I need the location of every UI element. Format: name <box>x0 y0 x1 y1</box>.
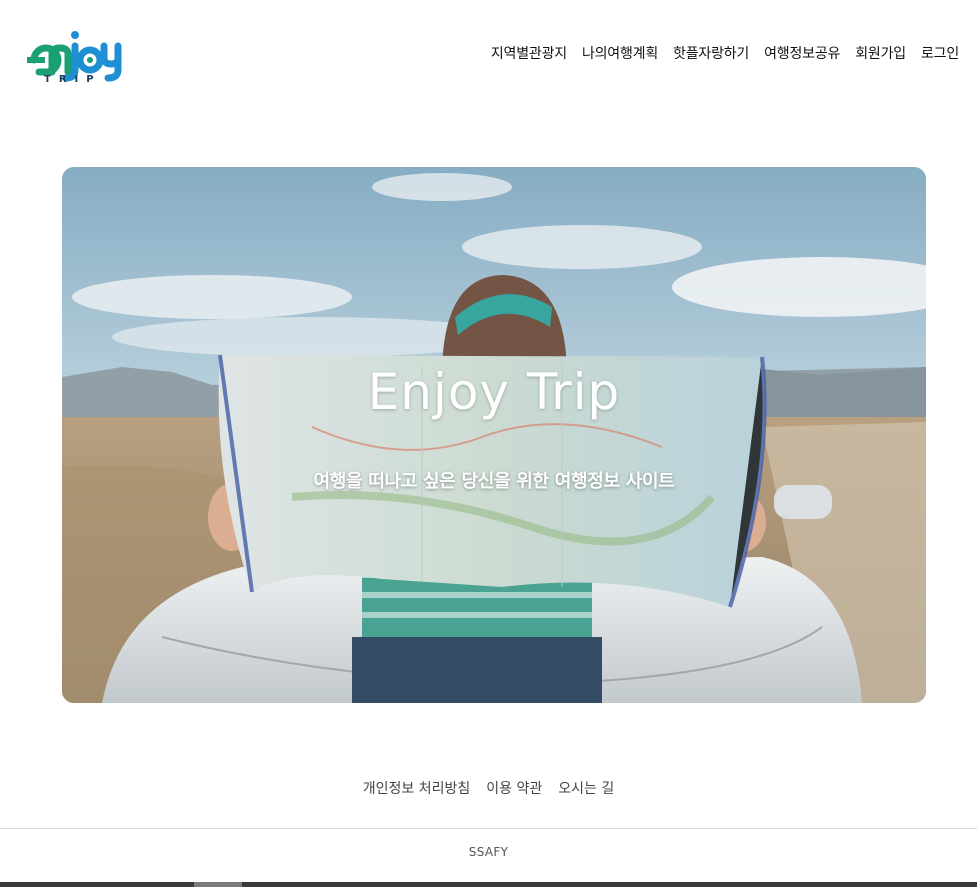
footer-links: 개인정보 처리방침 이용 약관 오시는 길 <box>0 778 977 798</box>
nav-hotplace-share[interactable]: 핫플자랑하기 <box>673 44 749 64</box>
nav-signup[interactable]: 회원가입 <box>855 44 906 64</box>
footer-privacy-policy[interactable]: 개인정보 처리방침 <box>363 778 471 798</box>
footer-directions[interactable]: 오시는 길 <box>558 778 614 798</box>
horizontal-scrollbar[interactable] <box>0 882 977 887</box>
site-header: TRIP 지역별관광지 나의여행계획 핫플자랑하기 여행정보공유 회원가입 로그… <box>0 0 977 110</box>
nav-login[interactable]: 로그인 <box>921 44 959 64</box>
footer-terms-of-use[interactable]: 이용 약관 <box>486 778 542 798</box>
main-nav: 지역별관광지 나의여행계획 핫플자랑하기 여행정보공유 회원가입 로그인 <box>491 44 959 64</box>
footer-copyright: SSAFY <box>468 845 509 859</box>
hero-title: Enjoy Trip <box>367 363 621 421</box>
nav-regional-attractions[interactable]: 지역별관광지 <box>491 44 567 64</box>
logo-sub-text: TRIP <box>44 74 102 85</box>
hero-banner: Enjoy Trip 여행을 떠나고 싶은 당신을 위한 여행정보 사이트 <box>62 167 926 703</box>
nav-travel-info-share[interactable]: 여행정보공유 <box>764 44 840 64</box>
site-logo[interactable]: TRIP <box>20 24 128 90</box>
page: TRIP 지역별관광지 나의여행계획 핫플자랑하기 여행정보공유 회원가입 로그… <box>0 0 977 887</box>
nav-my-travel-plan[interactable]: 나의여행계획 <box>582 44 658 64</box>
footer-divider <box>0 828 977 829</box>
hero-photo <box>62 167 926 703</box>
hero-subtitle: 여행을 떠나고 싶은 당신을 위한 여행정보 사이트 <box>313 471 675 492</box>
scrollbar-thumb[interactable] <box>194 882 242 887</box>
